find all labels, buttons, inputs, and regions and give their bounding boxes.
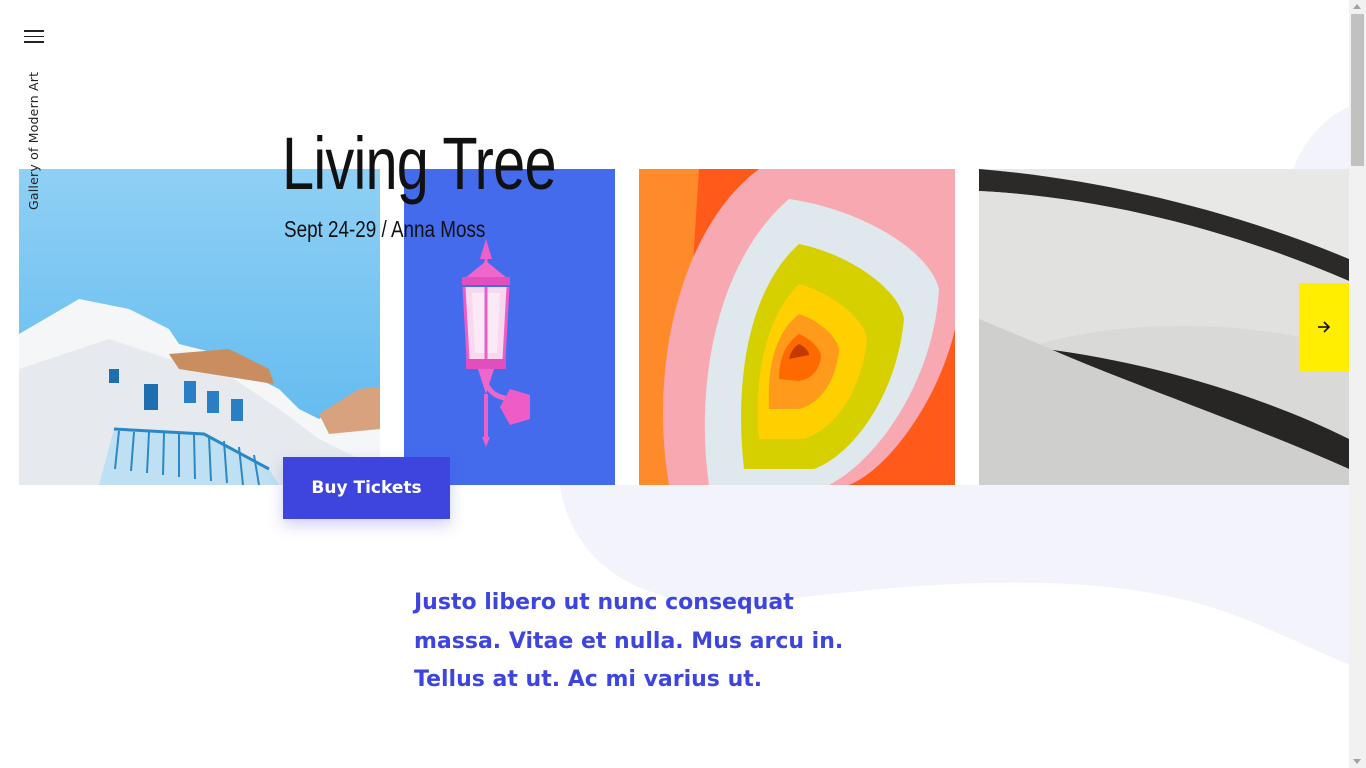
event-dates-artist: Sept 24-29 / Anna Moss	[284, 216, 486, 242]
intro-paragraph: Justo libero ut nunc consequat massa. Vi…	[414, 590, 844, 692]
gallery-next-button[interactable]	[1299, 283, 1349, 371]
hamburger-menu-icon[interactable]	[24, 30, 44, 46]
scroll-up-icon[interactable]	[1353, 4, 1361, 9]
arrow-right-icon	[1318, 321, 1331, 333]
scroll-down-icon[interactable]	[1353, 759, 1361, 764]
brand-name[interactable]: Gallery of Modern Art	[26, 72, 41, 210]
gallery-image-architecture[interactable]	[979, 169, 1349, 485]
event-title: Living Tree	[282, 122, 557, 205]
page-scrollbar[interactable]	[1349, 0, 1366, 768]
gallery-image-rings[interactable]	[639, 169, 955, 485]
page: Gallery of Modern Art Living Tree Sept 2…	[0, 0, 1366, 768]
buy-tickets-button[interactable]: Buy Tickets	[283, 457, 450, 519]
scrollbar-thumb[interactable]	[1351, 14, 1364, 166]
